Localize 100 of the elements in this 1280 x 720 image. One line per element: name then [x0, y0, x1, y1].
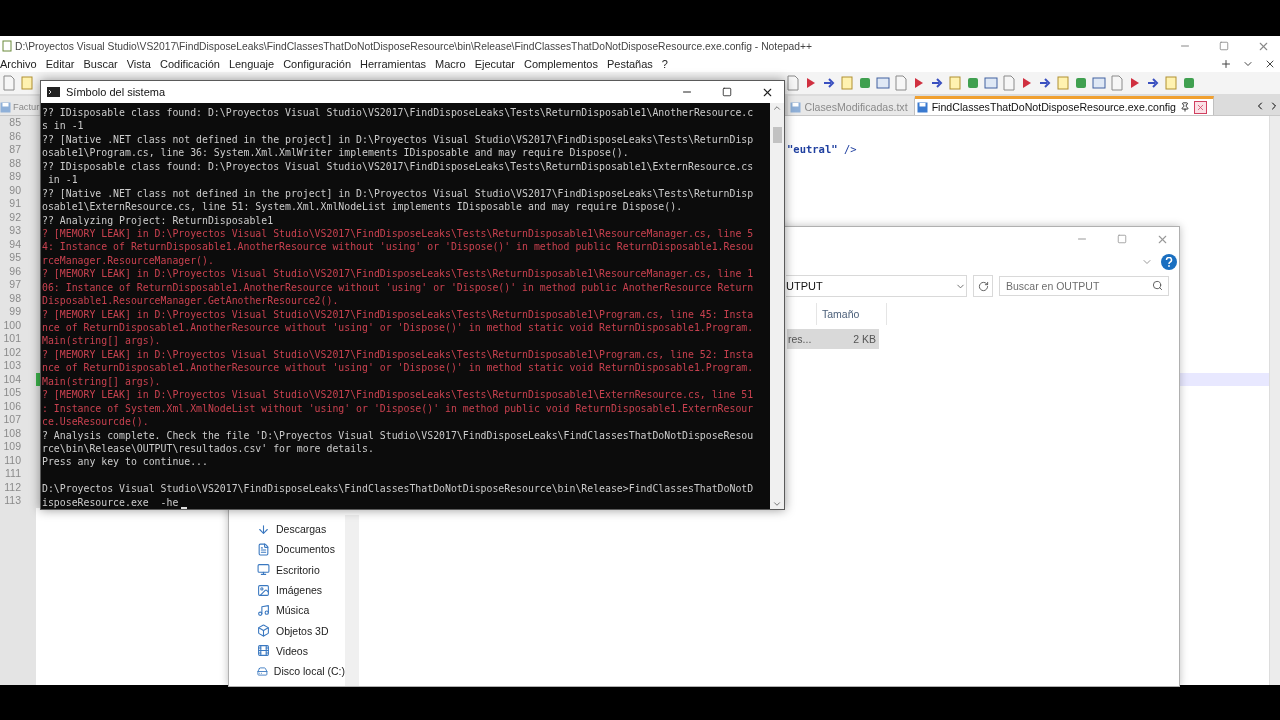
menu-item[interactable]: ? [661, 58, 668, 70]
nav-item[interactable]: Música [229, 600, 345, 621]
floppy-icon [789, 101, 801, 113]
document-icon[interactable] [1002, 75, 1016, 91]
page-icon[interactable] [20, 75, 34, 91]
console-line: ce.UseResourcde(). [42, 415, 149, 429]
record-icon[interactable] [858, 75, 872, 91]
console-line: osable1\Program.cs, line 36: System.Xml.XmlWriter implements IDisposable and may require Dispose(). [42, 146, 629, 160]
console-line: Main(string[] args). [42, 334, 161, 348]
close-tab-button[interactable] [1194, 100, 1207, 114]
document-icon[interactable] [786, 75, 800, 91]
image-icon [257, 583, 270, 597]
scroll-down-icon[interactable] [772, 499, 782, 509]
record-icon[interactable] [1182, 75, 1196, 91]
scrollbar[interactable] [345, 515, 359, 686]
restore-icon[interactable] [1219, 41, 1229, 51]
code-line: "eutral" /> [787, 143, 857, 157]
nav-item[interactable]: Descargas [229, 519, 345, 540]
menu-item[interactable]: Archivo [0, 58, 37, 70]
document-icon[interactable] [1110, 75, 1124, 91]
nav-item[interactable]: Videos [229, 640, 345, 662]
address-bar[interactable]: UTPUT [786, 275, 967, 297]
close-icon[interactable] [1264, 58, 1276, 70]
menu-item[interactable]: Configuración [283, 58, 352, 70]
console-line: ?? IDisposable class found: D:\Proyectos Visual Studio\VS2017\FindDisposeLeaks\Tests\ReturnDisposable1\ExternResource.cs [42, 159, 754, 174]
menu-item[interactable]: Ejecutar [474, 58, 515, 70]
pin-icon[interactable] [1180, 102, 1190, 112]
floppy-icon [916, 101, 928, 113]
record-icon[interactable] [966, 75, 980, 91]
floppy-icon [0, 101, 11, 113]
nav-item[interactable]: Disco local (C:) [229, 661, 345, 682]
document-icon [257, 542, 270, 556]
console-line: 06: Instance of ReturnDisposable1.AnotherResource without 'using' or 'Dispose()' in method public AnotherResource Return [42, 280, 754, 295]
console-line: ? [MEMORY LEAK] in D:\Proyectos Visual Studio\VS2017\FindDisposeLeaks\Tests\ReturnDisposable1\ResourceManager.cs, line 5 [42, 226, 754, 241]
scrollbar[interactable] [770, 103, 784, 509]
column-header[interactable]: Tamaño [817, 303, 887, 325]
menu-item[interactable]: Buscar [83, 58, 118, 70]
film-icon [257, 644, 270, 658]
menu-item[interactable]: Herramientas [360, 58, 427, 70]
console-line: Main(string[] args). [42, 374, 161, 389]
console-line: ? [MEMORY LEAK] in D:\Proyectos Visual Studio\VS2017\FindDisposeLeaks\Tests\ReturnDisposable1\Program.cs, line 45: Insta [42, 307, 754, 321]
desktop-icon [257, 563, 270, 577]
console-line: nce of ReturnDisposable1.AnotherResource without 'using' or 'Dispose()' in method static void ReturnDisposable1.Program. [42, 321, 754, 335]
file-tab[interactable]: FindClassesThatDoNotDisposeResource.exe.config [914, 96, 1214, 115]
console-line: nce of ReturnDisposable1.AnotherResource without 'using' or 'Dispose()' in method static void ReturnDisposable1.Program. [42, 361, 754, 375]
record-icon[interactable] [1074, 75, 1088, 91]
nav-item[interactable]: Documentos [229, 539, 345, 560]
console-line: ? [MEMORY LEAK] in D:\Proyectos Visual Studio\VS2017\FindDisposeLeaks\Tests\ReturnDisposable1\ResourceManager.cs, line 1 [42, 267, 754, 281]
command-line: isposeResource.exe -he [42, 495, 179, 509]
terminal-icon [47, 87, 60, 97]
maximize-icon[interactable] [722, 87, 732, 97]
text-cursor [181, 507, 187, 509]
drive-icon [257, 664, 268, 678]
menu-item[interactable]: Lenguaje [228, 58, 275, 70]
menu-item[interactable]: Macro [435, 58, 466, 70]
console-line: ?? Analyzing Project: ReturnDisposable1 [42, 213, 274, 227]
help-icon[interactable] [1161, 254, 1177, 270]
document-icon[interactable] [2, 75, 16, 91]
menu-item[interactable]: Codificación [159, 58, 220, 70]
console-line: osable1\ExternResource.cs, line 51: System.Xml.XmlNodeList implements IDisposable and may require Dispose(). [42, 200, 683, 214]
download-icon [257, 522, 270, 536]
search-field[interactable]: Buscar en OUTPUT [999, 276, 1169, 296]
file-row[interactable]: res... 2 KB [787, 329, 879, 349]
console-line: s in -1 [42, 119, 84, 133]
document-icon[interactable] [894, 75, 908, 91]
nav-item[interactable]: Imágenes [229, 579, 345, 601]
window-icon[interactable] [876, 75, 890, 91]
menu-item[interactable]: Complementos [524, 58, 598, 70]
window-title: Símbolo del sistema [66, 86, 166, 98]
music-note-icon [257, 603, 270, 617]
plus-icon[interactable] [1220, 58, 1232, 70]
menu-item[interactable]: Editar [45, 58, 75, 70]
console-line: ? [MEMORY LEAK] in D:\Proyectos Visual Studio\VS2017\FindDisposeLeaks\Tests\ReturnDisposable1\ExternResource.cs, line 51 [42, 388, 754, 402]
console-line: ?? [Native .NET class not defined in the project] in D:\Proyectos Visual Studio\VS2017\FindDisposeLeaks\Tests\ReturnDisp [42, 132, 754, 147]
window-title: D:\Proyectos Visual Studio\VS2017\FindDisposeLeaks\FindClassesThatDoNotDisposeResource\bin\Release\FindClassesThatDoNotDisposeResource.exe.config - Notepad++ [15, 40, 813, 52]
refresh-icon [977, 280, 989, 292]
window-icon[interactable] [984, 75, 998, 91]
console-line: in -1 [46, 173, 78, 187]
nav-item[interactable]: Escritorio [229, 559, 345, 580]
window-icon[interactable] [1092, 75, 1106, 91]
console-line: 4: Instance of ReturnDisposable1.AnotherResource without 'using' or 'Dispose()' in method public ReturnDisposable1.Resou [42, 240, 754, 254]
console-line: ?? IDisposable class found: D:\Proyectos Visual Studio\VS2017\FindDisposeLeaks\Tests\ReturnDisposable1\AnotherResource.c [42, 106, 754, 120]
console-line: rce\bin\Release\OUTPUT\resultados.csv' for more details. [42, 441, 374, 456]
console-line: ? Analysis complete. Check the file 'D:\Proyectos Visual Studio\VS2017\FindDisposeLeaks\FindClassesThatDoNotDisposeResou [42, 428, 754, 442]
menu-item[interactable]: Pestañas [606, 58, 653, 70]
console-line: Press any key to continue... [42, 455, 208, 469]
scroll-up-icon[interactable] [772, 103, 782, 113]
close-icon [1196, 102, 1205, 112]
search-icon[interactable] [1152, 280, 1163, 291]
scrollbar-thumb[interactable] [772, 127, 782, 143]
nav-item[interactable]: Objetos 3D [229, 620, 345, 641]
console-line: ? [MEMORY LEAK] in D:\Proyectos Visual Studio\VS2017\FindDisposeLeaks\Tests\ReturnDisposable1\Program.cs, line 52: Insta [42, 347, 754, 362]
console-line: Disposable1.ResourceManager.GetAnotherResource2(). [42, 294, 339, 308]
command-line: D:\Proyectos Visual Studio\VS2017\FindDisposeLeaks\FindClassesThatDoNotDisposeResource\bin\Release>FindClassesThatDoNotD [42, 482, 754, 496]
console-line: ?? [Native .NET class not defined in the project] in D:\Proyectos Visual Studio\VS2017\FindDisposeLeaks\Tests\ReturnDisp [42, 186, 754, 201]
console-line: : Instance of System.Xml.XmlNodeList without 'using' or 'Dispose()' in method public void ReturnDisposable1.ExternResour [42, 401, 754, 416]
cube-icon [257, 624, 270, 638]
menu-item[interactable]: Vista [126, 58, 151, 70]
scrollbar[interactable] [1269, 116, 1280, 685]
refresh-button[interactable] [973, 275, 993, 297]
